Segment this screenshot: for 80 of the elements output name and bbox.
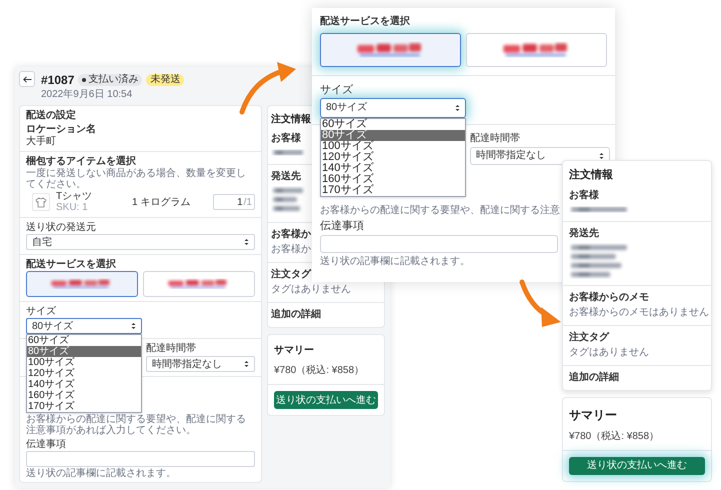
time-select[interactable]: 時間帯指定なし [146,356,255,372]
status-badge: 未発送 [146,74,184,86]
chevron-updown-icon [599,152,604,160]
field-label: 発送先 [569,228,599,240]
section-title: サマリー [274,344,314,358]
order-number: #1087 [41,72,74,89]
dropdown-option[interactable]: 120サイズ [27,368,141,379]
section-title: 配送の設定 [26,110,77,121]
chevron-updown-icon [244,360,249,368]
field-label: 注文タグ [271,269,311,281]
section-title: サマリー [569,406,617,424]
hint-text: 一度に発送しない商品がある場合、数量を変更してください。 [26,168,247,190]
size-select[interactable]: 80サイズ [320,98,466,118]
chevron-updown-icon [131,322,136,330]
field-label: サイズ [26,306,57,317]
field-value: タグはありません [569,346,649,358]
dropdown-option[interactable]: 170サイズ [27,401,141,412]
time-select[interactable]: 時間帯指定なし [470,147,610,165]
hint-text: お客様からの配達に関する要望や、配達に関する注意 [320,205,560,217]
hint-text: 送り状の記事欄に記載されます。 [320,256,471,268]
back-arrow-icon [22,76,32,82]
dropdown-option[interactable]: 140サイズ [27,379,141,390]
section-title: 配送サービスを選択 [26,259,117,270]
dropdown-option[interactable]: 100サイズ [27,357,141,368]
dropdown-option[interactable]: 160サイズ [321,174,465,185]
field-label: サイズ [320,84,354,96]
dropdown-option[interactable]: 100サイズ [321,141,465,152]
field-label: 送り状の発送元 [26,222,97,233]
dropdown-option[interactable]: 160サイズ [27,390,141,401]
dropdown-option[interactable]: 120サイズ [321,152,465,163]
pay-button[interactable]: 送り状の支払いへ進む [274,391,378,409]
chevron-updown-icon [244,238,249,246]
section-title: 配送サービスを選択 [320,16,411,28]
item-sku: SKU: 1 [56,202,89,213]
dropdown-option[interactable]: 80サイズ [321,130,465,141]
field-label: 伝達事項 [26,439,67,450]
dropdown-option[interactable]: 140サイズ [321,163,465,174]
item-name: Tシャツ [56,191,94,202]
field-label: お客様 [569,190,599,202]
back-button[interactable] [19,71,35,87]
item-weight: 1 キログラム [132,196,190,208]
field-label: ロケーション名 [26,124,97,135]
field-label: お客様からのメモ [569,292,649,304]
field-label: 配達時間帯 [470,133,521,145]
hint-text: 送り状の記事欄に記載されます。 [26,468,177,479]
dropdown-option[interactable]: 60サイズ [27,335,141,346]
field-value: お客様からのメモはありません [569,306,709,318]
field-value: 大手町 [26,136,57,147]
dropdown-option[interactable]: 60サイズ [321,119,465,130]
field-value: お客様か [271,244,311,256]
pay-button[interactable]: 送り状の支払いへ進む [569,456,705,474]
field-label: 追加の詳細 [569,372,619,384]
curved-arrow [520,280,561,327]
chevron-updown-icon [455,104,460,112]
service-option[interactable] [320,33,461,67]
order-date: 2022年9月6日 10:54 [41,89,134,101]
field-label: 注文タグ [569,332,609,344]
field-label: お客様か [271,229,311,241]
section-title: 梱包するアイテムを選択 [26,156,137,167]
origin-select[interactable]: 自宅 [26,234,255,250]
total-price: ¥780（税込: ¥858） [274,364,364,378]
field-label: 伝達事項 [320,220,364,232]
section-title: 注文情報 [271,112,311,127]
field-label: 配達時間帯 [146,343,197,354]
quantity-field[interactable]: 1/1 [213,194,255,210]
total-price: ¥780（税込: ¥858） [569,430,660,444]
tshirt-icon [32,193,50,211]
dropdown-option[interactable]: 170サイズ [321,185,465,196]
field-label: 追加の詳細 [271,309,321,321]
payment-badge: 支払い済み [78,74,142,86]
curved-arrow [240,62,296,114]
dropdown-option[interactable]: 80サイズ [27,346,141,357]
field-label: 発送先 [271,171,301,183]
note-field[interactable] [320,235,558,253]
section-title: 注文情報 [569,168,613,183]
size-select[interactable]: 80サイズ [26,318,142,334]
field-value: タグはありません [271,284,351,296]
hint-text: お客様からの配達に関する要望や、配達に関する注意事項があれば入力してください。 [26,414,247,436]
note-field[interactable] [26,451,255,467]
field-label: お客様 [271,133,301,145]
